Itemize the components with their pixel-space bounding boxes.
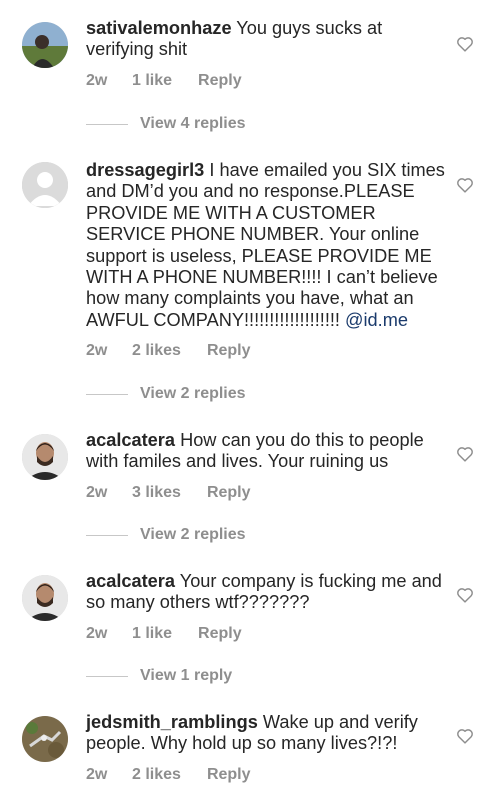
view-replies-button[interactable]: View 2 replies bbox=[86, 384, 246, 404]
heart-outline-icon[interactable] bbox=[456, 36, 474, 52]
username[interactable]: sativalemonhaze bbox=[86, 18, 232, 38]
avatar[interactable] bbox=[22, 22, 68, 68]
likes-count[interactable]: 2 likes bbox=[132, 342, 181, 360]
comment-meta: 2w 1 like Reply bbox=[86, 625, 446, 643]
reply-button[interactable]: Reply bbox=[207, 484, 251, 502]
view-replies-button[interactable]: View 4 replies bbox=[86, 114, 246, 134]
comment-text: jedsmith_ramblings Wake up and verify pe… bbox=[86, 712, 446, 755]
view-replies-label: View 4 replies bbox=[140, 115, 246, 132]
comment-age: 2w bbox=[86, 624, 108, 642]
view-replies-button[interactable]: View 1 reply bbox=[86, 666, 232, 686]
divider bbox=[86, 393, 128, 395]
reply-button[interactable]: Reply bbox=[207, 766, 251, 784]
divider bbox=[86, 675, 128, 677]
view-replies-label: View 2 replies bbox=[140, 526, 246, 543]
heart-outline-icon[interactable] bbox=[456, 728, 474, 744]
divider bbox=[86, 534, 128, 536]
comment-age: 2w bbox=[86, 71, 108, 89]
comment-age: 2w bbox=[86, 483, 108, 501]
avatar-image bbox=[22, 22, 68, 68]
comment-body: jedsmith_ramblings Wake up and verify pe… bbox=[86, 712, 446, 784]
comment-text: dressagegirl3 I have emailed you SIX tim… bbox=[86, 160, 446, 331]
avatar-image bbox=[22, 575, 68, 621]
comment-text: acalcatera How can you do this to people… bbox=[86, 430, 446, 473]
view-replies-label: View 2 replies bbox=[140, 385, 246, 402]
comment-meta: 2w 3 likes Reply bbox=[86, 484, 446, 502]
heart-outline-icon[interactable] bbox=[456, 587, 474, 603]
view-replies-label: View 1 reply bbox=[140, 667, 233, 684]
avatar-image bbox=[22, 716, 68, 762]
likes-count[interactable]: 2 likes bbox=[132, 766, 181, 784]
comment-text: sativalemonhaze You guys sucks at verify… bbox=[86, 18, 446, 61]
comment-age: 2w bbox=[86, 765, 108, 783]
avatar[interactable] bbox=[22, 162, 68, 208]
view-replies-button[interactable]: View 2 replies bbox=[86, 525, 246, 545]
comment-meta: 2w 2 likes Reply bbox=[86, 342, 446, 360]
avatar-image bbox=[22, 434, 68, 480]
username[interactable]: dressagegirl3 bbox=[86, 160, 204, 180]
reply-button[interactable]: Reply bbox=[198, 625, 242, 643]
comment-body: sativalemonhaze You guys sucks at verify… bbox=[86, 18, 446, 90]
heart-outline-icon[interactable] bbox=[456, 177, 474, 193]
comment-text: acalcatera Your company is fucking me an… bbox=[86, 571, 446, 614]
avatar[interactable] bbox=[22, 575, 68, 621]
comment-body: acalcatera How can you do this to people… bbox=[86, 430, 446, 502]
divider bbox=[86, 123, 128, 125]
reply-button[interactable]: Reply bbox=[207, 342, 251, 360]
comment-message: I have emailed you SIX times and DM’d yo… bbox=[86, 160, 445, 330]
likes-count[interactable]: 1 like bbox=[132, 625, 172, 643]
comment-meta: 2w 2 likes Reply bbox=[86, 766, 446, 784]
likes-count[interactable]: 3 likes bbox=[132, 484, 181, 502]
username[interactable]: acalcatera bbox=[86, 571, 175, 591]
username[interactable]: acalcatera bbox=[86, 430, 175, 450]
default-avatar-icon bbox=[22, 162, 68, 208]
heart-outline-icon[interactable] bbox=[456, 446, 474, 462]
comment-body: dressagegirl3 I have emailed you SIX tim… bbox=[86, 160, 446, 360]
reply-button[interactable]: Reply bbox=[198, 72, 242, 90]
username[interactable]: jedsmith_ramblings bbox=[86, 712, 258, 732]
avatar[interactable] bbox=[22, 434, 68, 480]
likes-count[interactable]: 1 like bbox=[132, 72, 172, 90]
comment-body: acalcatera Your company is fucking me an… bbox=[86, 571, 446, 643]
mention-link[interactable]: @id.me bbox=[345, 310, 408, 330]
comment-meta: 2w 1 like Reply bbox=[86, 72, 446, 90]
avatar[interactable] bbox=[22, 716, 68, 762]
comment-age: 2w bbox=[86, 342, 108, 360]
